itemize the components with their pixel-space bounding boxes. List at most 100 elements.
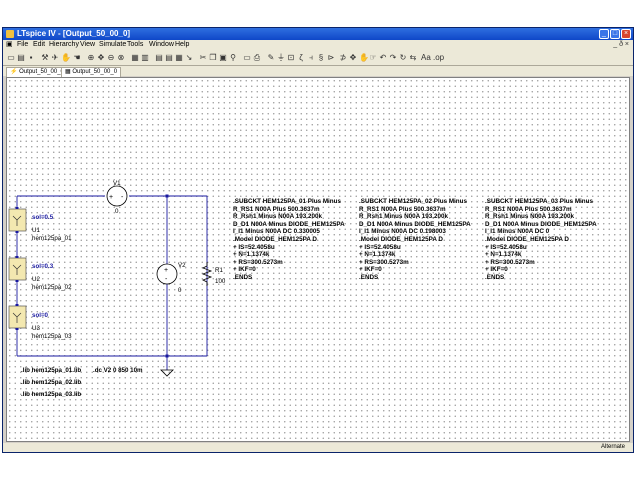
copy-icon[interactable]: ❐ (209, 53, 217, 62)
resistor-icon[interactable]: ζ (297, 53, 305, 62)
u1-model[interactable]: hem125pa_01 (32, 235, 72, 243)
pan-icon[interactable]: ✥ (97, 53, 105, 62)
toolbar: ▭ ▤ ▪ ⚒ ✈ ✋ ☚ ⊕ ✥ ⊖ ⊗ ▦ ▥ ▤ ▤ ▦ ↘ ✂ ❐ ▣ … (3, 50, 633, 66)
tab-schematic-2[interactable]: ▦ Output_50_00_0 (61, 67, 122, 77)
r1-name[interactable]: R1 (215, 267, 223, 275)
capacitor-icon[interactable]: ⫞ (307, 53, 315, 62)
lib-directive-1[interactable]: .lib hem125pa_01.lib (21, 367, 81, 375)
menu-view[interactable]: View (80, 40, 95, 50)
v2-name[interactable]: V2 (178, 262, 186, 270)
open-icon[interactable]: ▤ (17, 53, 25, 62)
schematic-icon[interactable]: ▥ (141, 53, 149, 62)
v1-name[interactable]: V1 (113, 180, 121, 188)
status-text: Alternate (600, 444, 625, 450)
text-icon[interactable]: Aa (421, 53, 431, 62)
cascade-icon[interactable]: ▤ (165, 53, 173, 62)
menu-help[interactable]: Help (175, 40, 189, 50)
autorange-icon[interactable]: ▦ (131, 53, 139, 62)
u1-param[interactable]: sol=0.5 (32, 214, 53, 222)
tile-icon[interactable]: ▤ (155, 53, 163, 62)
zoom-fit-icon[interactable]: ⊗ (117, 53, 125, 62)
undo-icon[interactable]: ↶ (379, 53, 387, 62)
spice-directive-icon[interactable]: .op (433, 53, 444, 62)
r1-value[interactable]: 100 (215, 278, 225, 286)
drag-icon[interactable]: ✋ (359, 53, 369, 62)
print-icon[interactable]: ⎙ (253, 53, 261, 62)
netlist-block-3[interactable]: .SUBCKT HEM125PA_03 Plus Minus R_RS1 N00… (485, 198, 597, 282)
lib-directive-2[interactable]: .lib hem125pa_02.lib (21, 379, 81, 387)
redo-icon[interactable]: ↷ (389, 53, 397, 62)
u2-param[interactable]: sol=0.3 (32, 263, 53, 271)
netlist-line: .SUBCKT HEM125PA_01 Plus Minus (233, 198, 342, 205)
netlist-line: R_RS1 N00A Plus 500.3637m (485, 205, 572, 213)
netlist-line: .ENDS (359, 273, 379, 281)
netlist-line: R_Rsh1 Minus N00A 193.200k (485, 213, 575, 221)
mdi-controls[interactable]: _ ð × (613, 40, 629, 50)
u3-param[interactable]: sol=0 (32, 312, 48, 320)
waves-icon[interactable]: ▦ (175, 53, 183, 62)
drag-copy-icon[interactable]: ☞ (369, 53, 377, 62)
move-icon[interactable]: ✥ (349, 53, 357, 62)
netlist-line: + RS=300.5273m (359, 258, 409, 266)
menu-window[interactable]: Window (149, 40, 174, 50)
netlist-block-2[interactable]: .SUBCKT HEM125PA_02 Plus Minus R_RS1 N00… (359, 198, 471, 282)
find-icon[interactable]: ⚲ (229, 53, 237, 62)
tab-schematic-1[interactable]: ⚡ Output_50_00_0 (6, 67, 68, 77)
u2-name[interactable]: U2 (32, 276, 40, 284)
u3-name[interactable]: U3 (32, 325, 40, 333)
zoom-in-icon[interactable]: ⊕ (87, 53, 95, 62)
v1-source-symbol: + - (106, 185, 128, 207)
window-title: LTspice IV - [Output_50_00_0] (17, 29, 131, 38)
component-icon[interactable]: ⊅ (339, 53, 347, 62)
hand-icon[interactable]: ☚ (73, 53, 81, 62)
close-button[interactable]: × (621, 29, 631, 39)
save-icon[interactable]: ▪ (27, 53, 35, 62)
u1-name[interactable]: U1 (32, 227, 40, 235)
netlist-line: + RS=300.5273m (485, 258, 535, 266)
cut-icon[interactable]: ✂ (199, 53, 207, 62)
paste-icon[interactable]: ▣ (219, 53, 227, 62)
lib-directive-3[interactable]: .lib hem125pa_03.lib (21, 391, 81, 399)
run-icon[interactable]: ✈ (51, 53, 59, 62)
netlist-line: + IKF=0 (485, 266, 508, 274)
halt-icon[interactable]: ✋ (61, 53, 71, 62)
dc-directive[interactable]: .dc V2 0 850 10m (93, 367, 143, 375)
netlist-line: .ENDS (233, 273, 253, 281)
menu-file[interactable]: File (17, 40, 28, 50)
zoom-out-icon[interactable]: ⊖ (107, 53, 115, 62)
netlist-line: + N=1.1374k (233, 251, 270, 259)
netlist-line: R_RS1 N00A Plus 500.3637m (359, 205, 446, 213)
diode-icon[interactable]: ⊳ (327, 53, 335, 62)
v2-value[interactable]: 0 (178, 287, 181, 295)
netlist-line: + N=1.1374k (485, 251, 522, 259)
arrow-icon[interactable]: ↘ (185, 53, 193, 62)
status-bar: Alternate (3, 443, 633, 452)
mirror-icon[interactable]: ⇆ (409, 53, 417, 62)
minimize-button[interactable]: _ (599, 29, 609, 39)
netlist-block-1[interactable]: .SUBCKT HEM125PA_01 Plus Minus R_RS1 N00… (233, 198, 345, 282)
menu-tools[interactable]: Tools (127, 40, 143, 50)
ltspice-window: LTspice IV - [Output_50_00_0] _ □ × ▣ Fi… (2, 27, 634, 453)
netlist-line: .Model DIODE_HEM125PA D (485, 235, 569, 243)
print-preview-icon[interactable]: ▭ (243, 53, 251, 62)
menu-edit[interactable]: Edit (33, 40, 45, 50)
control-panel-icon[interactable]: ⚒ (41, 53, 49, 62)
netlist-line: + N=1.1374k (359, 251, 396, 259)
inductor-icon[interactable]: § (317, 53, 325, 62)
u3-model[interactable]: hem125pa_03 (32, 333, 72, 341)
maximize-button[interactable]: □ (610, 29, 620, 39)
label-icon[interactable]: ⊡ (287, 53, 295, 62)
new-icon[interactable]: ▭ (7, 53, 15, 62)
netlist-line: R_Rsh1 Minus N00A 193.200k (233, 213, 323, 221)
tab-bar: ⚡ Output_50_00_0 ▦ Output_50_00_0 (3, 66, 633, 77)
u2-model[interactable]: hem125pa_02 (32, 284, 72, 292)
menu-hierarchy[interactable]: Hierarchy (49, 40, 79, 50)
wire-icon[interactable]: ✎ (267, 53, 275, 62)
netlist-line: R_RS1 N00A Plus 500.3637m (233, 205, 320, 213)
menu-simulate[interactable]: Simulate (99, 40, 126, 50)
ground-icon[interactable]: ⏚ (277, 53, 285, 62)
ground-symbol (160, 369, 174, 377)
schematic-canvas[interactable]: + - + - V1 0 V2 0 R1 100 sol=0.5 U1 hem1… (6, 77, 630, 442)
v1-value[interactable]: 0 (115, 208, 118, 216)
rotate-icon[interactable]: ↻ (399, 53, 407, 62)
